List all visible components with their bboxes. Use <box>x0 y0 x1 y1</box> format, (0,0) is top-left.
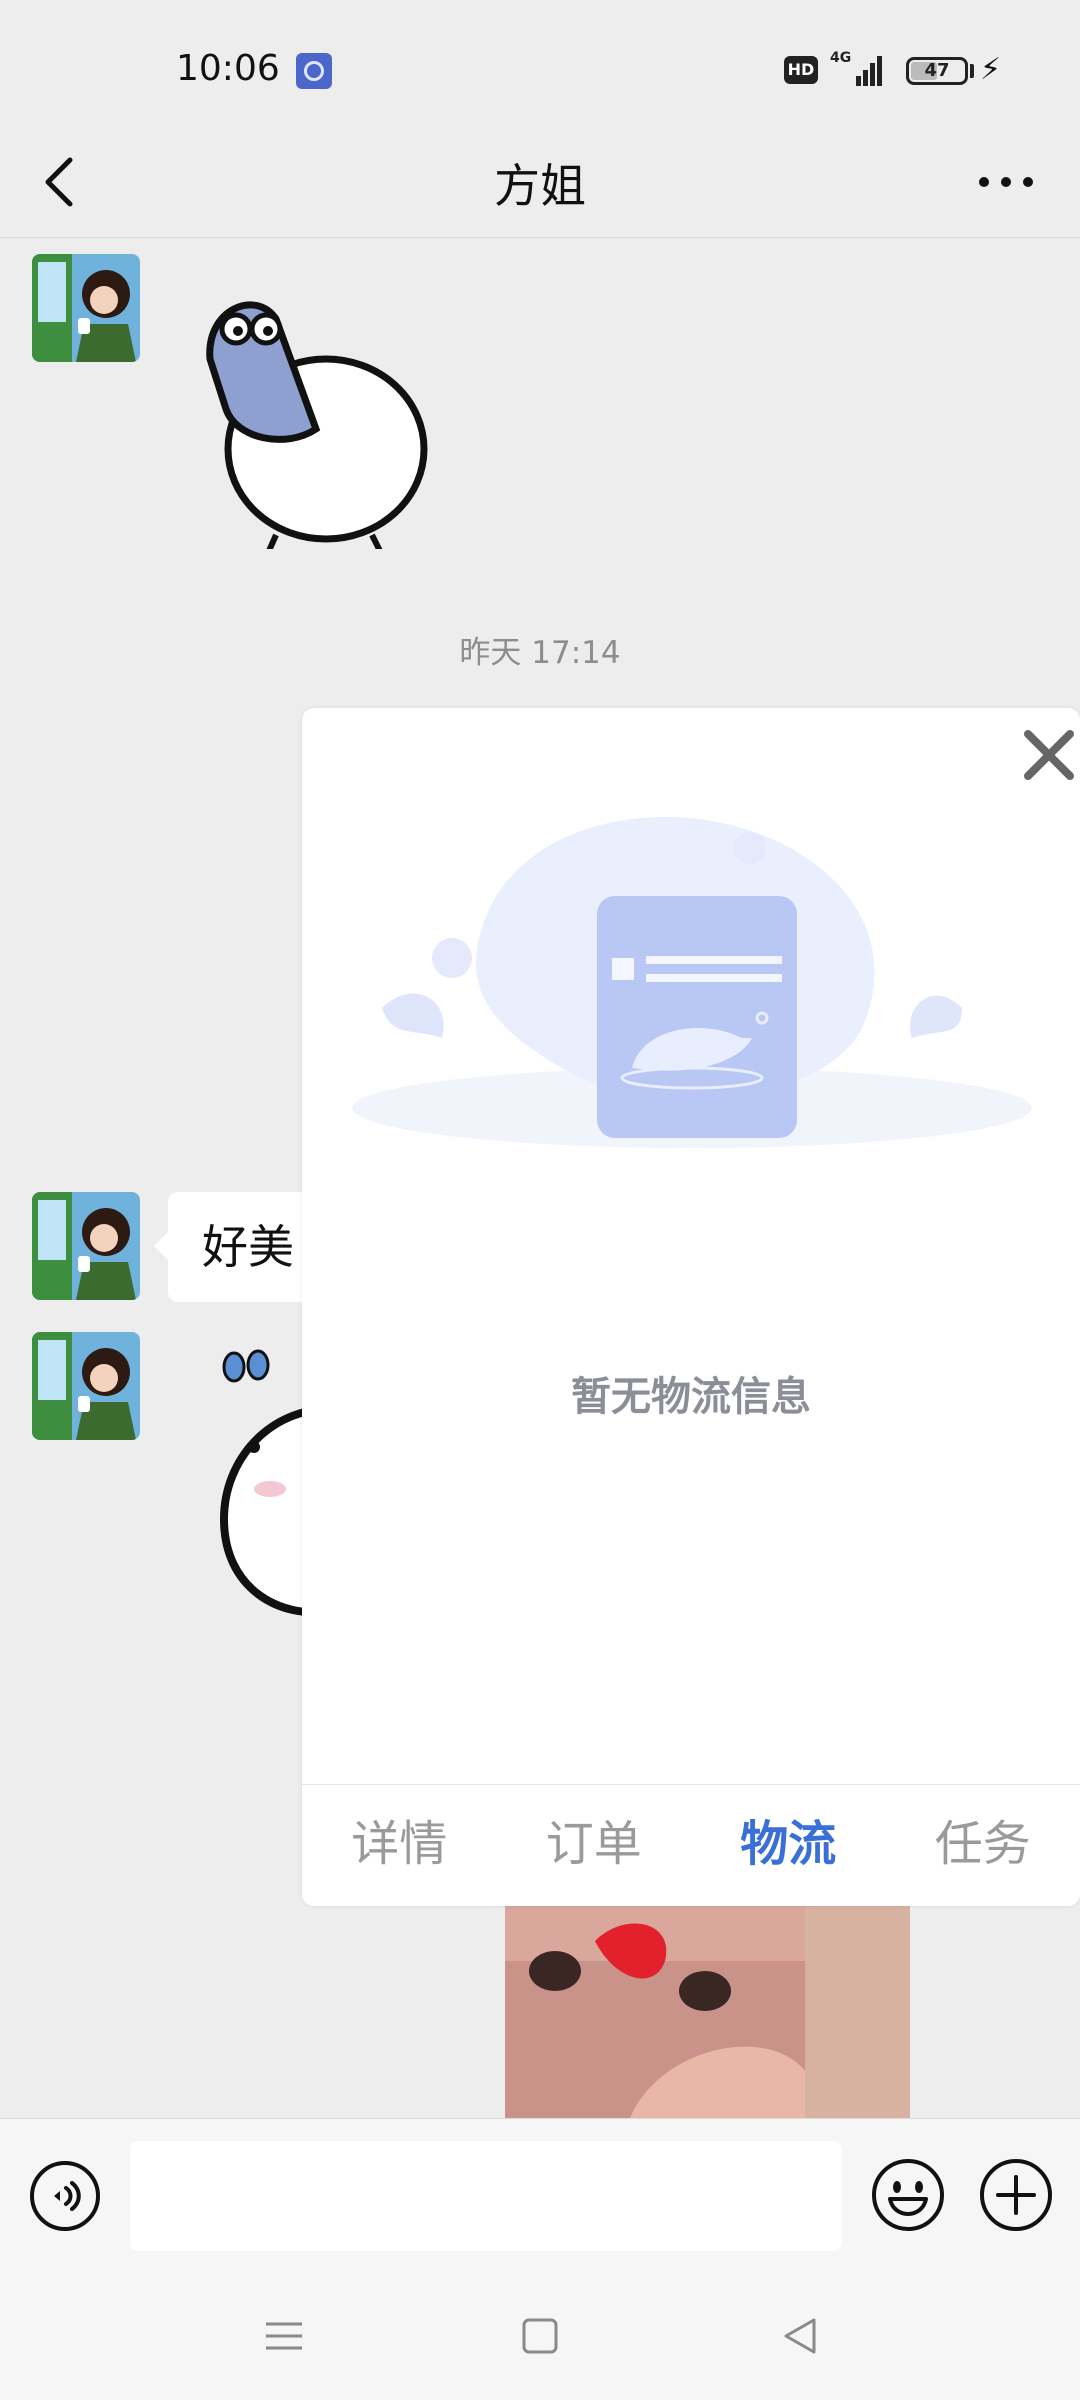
contact-avatar[interactable] <box>32 1332 140 1440</box>
tab-logistics[interactable]: 物流 <box>691 1785 886 1906</box>
tab-tasks[interactable]: 任务 <box>886 1785 1080 1906</box>
charging-icon: ⚡ <box>980 52 1002 87</box>
plus-icon[interactable] <box>978 2157 1054 2233</box>
sticker-image[interactable] <box>196 289 436 549</box>
voice-icon[interactable] <box>28 2159 102 2233</box>
back-triangle-icon[interactable] <box>776 2312 824 2360</box>
battery-level: 47 <box>924 60 950 81</box>
menu-icon[interactable] <box>260 2312 308 2360</box>
emoji-icon[interactable] <box>870 2157 946 2233</box>
message-input-bar <box>0 2118 1080 2272</box>
empty-state-text: 暂无物流信息 <box>571 1374 811 1420</box>
page-title: 方姐 <box>494 159 586 213</box>
tab-details[interactable]: 详情 <box>302 1785 497 1906</box>
status-time: 10:06 <box>176 48 280 89</box>
more-dots-icon[interactable] <box>976 152 1036 212</box>
signal-icon <box>856 56 882 86</box>
system-navigation-bar <box>0 2272 1080 2400</box>
close-icon[interactable] <box>1014 720 1080 790</box>
battery-icon: 47 <box>906 57 968 85</box>
message-input[interactable] <box>130 2141 842 2251</box>
contact-avatar[interactable] <box>32 254 140 362</box>
home-icon[interactable] <box>516 2312 564 2360</box>
status-bar: 10:06 HD 4G 47 ⚡ <box>0 0 1080 130</box>
message-timestamp: 昨天 17:14 <box>459 635 621 671</box>
notification-app-icon <box>296 53 332 89</box>
popup-tab-bar: 详情 订单 物流 任务 <box>302 1784 1080 1906</box>
network-type-label: 4G <box>830 50 852 66</box>
photo-message[interactable] <box>505 1901 910 2118</box>
contact-avatar[interactable] <box>32 1192 140 1300</box>
logistics-popup: 暂无物流信息 详情 订单 物流 任务 <box>302 708 1080 1906</box>
empty-state-illustration <box>352 816 1032 1148</box>
hd-icon: HD <box>784 56 818 84</box>
tab-orders[interactable]: 订单 <box>497 1785 692 1906</box>
chat-header: 方姐 <box>0 130 1080 238</box>
